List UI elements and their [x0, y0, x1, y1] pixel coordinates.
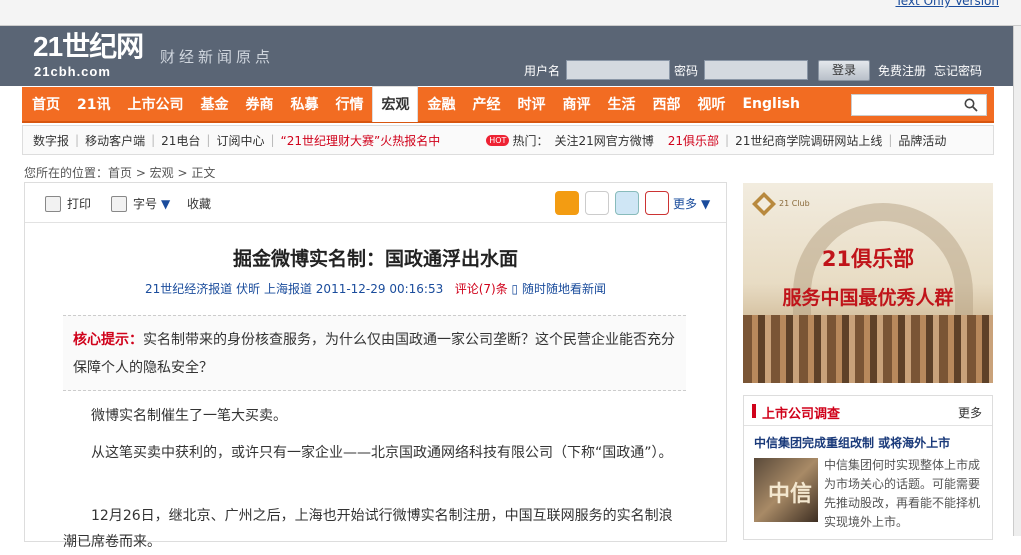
article-author: 伏昕 — [236, 282, 261, 296]
login-button[interactable]: 登录 — [818, 59, 871, 81]
club-logo-icon — [752, 192, 776, 216]
site-logo[interactable]: 21世纪网 — [33, 33, 144, 61]
favorite-button[interactable]: 收藏 — [187, 195, 211, 212]
search-icon[interactable] — [964, 98, 978, 112]
site-slogan: 财经新闻原点 — [160, 48, 275, 66]
article-meta: 21世纪经济报道 伏昕 上海报道 2011-12-29 00:16:53 评论(… — [25, 280, 726, 297]
nav-item-commentary[interactable]: 时评 — [517, 94, 545, 114]
panel-headline-link[interactable]: 中信集团完成重组改制 或将海外上市 — [754, 434, 950, 451]
share-p-icon[interactable] — [615, 191, 639, 215]
comments-link[interactable]: 评论(7)条 — [455, 282, 508, 296]
main-nav: 首页 21讯 上市公司 基金 券商 私募 行情 宏观 金融 产经 时评 商评 生… — [22, 86, 994, 123]
weibo-icon[interactable] — [585, 191, 609, 215]
hot-label: 热门： — [512, 133, 549, 148]
chevron-down-icon: ▼ — [161, 196, 171, 211]
site-logo-url: 21cbh.com — [34, 64, 111, 79]
page-scrollbar[interactable] — [1013, 26, 1021, 536]
article-toolbar: 打印 字号 ▼ 收藏 更多 ▼ — [25, 183, 726, 223]
nav-item-video[interactable]: 视听 — [697, 94, 725, 114]
password-label: 密码 — [674, 63, 699, 78]
summary-label: 核心提示： — [73, 332, 143, 348]
article-title: 掘金微博实名制：国政通浮出水面 — [232, 248, 518, 270]
panel-thumbnail[interactable]: 中信 — [754, 458, 818, 522]
nav-item-listed-companies[interactable]: 上市公司 — [127, 94, 183, 114]
hot-badge: HOT — [486, 134, 510, 146]
print-button[interactable]: 打印 — [45, 195, 91, 212]
mobile-news-link[interactable]: 随时随地看新闻 — [522, 282, 606, 296]
subnav-digital-paper[interactable]: 数字报 — [33, 132, 69, 149]
login-form: 用户名 密码 登录 免费注册 忘记密码 — [524, 59, 982, 81]
article-paragraph: 12月26日，继北京、广州之后，上海也开始试行微博实名制注册，中国互联网服务的实… — [63, 508, 673, 550]
nav-item-business-review[interactable]: 商评 — [562, 94, 590, 114]
nav-item-macro[interactable]: 宏观 — [372, 86, 419, 122]
ad-tagline: 服务中国最优秀人群 — [782, 287, 954, 309]
article-container: 打印 字号 ▼ 收藏 更多 ▼ 掘金微博实名制：国政通浮出水面 21世纪经济报道 伏… — [24, 182, 727, 550]
hot-business-school-link[interactable]: 21世纪商学院调研网站上线 — [735, 132, 882, 149]
search-input[interactable] — [851, 94, 987, 116]
subnav-subscription[interactable]: 订阅中心 — [216, 132, 264, 149]
share-red-icon[interactable] — [645, 191, 669, 215]
top-strip: Text Only Version — [0, 0, 1021, 26]
panel-more-link[interactable]: 更多 — [958, 404, 982, 421]
article-paragraph: 从这笔买卖中获利的，或许只有一家企业——北京国政通网络科技有限公司（下称“国政通… — [91, 445, 673, 461]
font-icon — [111, 195, 127, 212]
ad-club-tag: 21 Club — [779, 199, 810, 208]
site-header: 21世纪网 21cbh.com 财经新闻原点 用户名 密码 登录 免费注册 忘记… — [0, 26, 1021, 86]
club-advertisement[interactable]: 21 Club 21俱乐部 服务中国最优秀人群 — [743, 183, 993, 383]
nav-item-finance[interactable]: 金融 — [427, 94, 455, 114]
chevron-down-icon: ▼ — [701, 196, 711, 211]
sub-nav: 数字报 | 移动客户端 | 21电台 | 订阅中心 | “21世纪理财大赛”火热报名中 … — [22, 125, 994, 155]
panel-marker — [752, 404, 756, 418]
ad-headline: 21俱乐部 — [821, 247, 915, 271]
subnav-mobile-client[interactable]: 移动客户端 — [85, 132, 145, 149]
article-location: 上海报道 — [263, 282, 312, 296]
username-label: 用户名 — [524, 63, 561, 78]
thumbnail-text: 中信 — [768, 482, 813, 507]
brand-activities-link[interactable]: 品牌活动 — [898, 132, 946, 149]
nav-item-funds[interactable]: 基金 — [200, 94, 228, 114]
hot-club-link[interactable]: 21俱乐部 — [668, 132, 719, 149]
nav-item-west[interactable]: 西部 — [652, 94, 680, 114]
register-link[interactable]: 免费注册 — [878, 62, 926, 79]
panel-header: 上市公司调查 更多 — [744, 396, 992, 426]
nav-item-private-equity[interactable]: 私募 — [290, 94, 318, 114]
rss-icon[interactable] — [555, 191, 579, 215]
article-paragraph: 微博实名制催生了一笔大买卖。 — [91, 408, 287, 424]
article-datetime: 2011-12-29 00:16:53 — [315, 282, 444, 296]
listed-company-survey-panel: 上市公司调查 更多 中信集团完成重组改制 或将海外上市 中信 中信集团何时实现整… — [743, 395, 993, 540]
nav-item-market[interactable]: 行情 — [335, 94, 363, 114]
panel-summary: 中信集团何时实现整体上市成为市场关心的话题。可能需要先推动股改，再看能不能择机实… — [824, 458, 981, 529]
password-input[interactable] — [704, 60, 809, 80]
mobile-icon: ▯ — [511, 282, 519, 296]
font-size-button[interactable]: 字号 ▼ — [111, 195, 170, 212]
hot-weibo-link[interactable]: 关注21网官方微博 — [554, 132, 653, 149]
printer-icon — [45, 195, 61, 212]
subnav-radio[interactable]: 21电台 — [161, 132, 200, 149]
username-input[interactable] — [566, 60, 671, 80]
forgot-password-link[interactable]: 忘记密码 — [934, 62, 982, 79]
panel-title[interactable]: 上市公司调查 — [762, 403, 840, 422]
article-source[interactable]: 21世纪经济报道 — [145, 282, 232, 296]
article-summary: 核心提示：实名制带来的身份核查服务，为什么仅由国政通一家公司垄断？这个民营企业能… — [63, 315, 686, 391]
nav-item-brokers[interactable]: 券商 — [245, 94, 273, 114]
nav-item-english[interactable]: English — [742, 96, 799, 112]
nav-item-home[interactable]: 首页 — [32, 94, 60, 114]
text-only-link[interactable]: Text Only Version — [895, 0, 999, 8]
nav-item-life[interactable]: 生活 — [607, 94, 635, 114]
subnav-promo-link[interactable]: “21世纪理财大赛”火热报名中 — [281, 132, 441, 149]
breadcrumb: 您所在的位置：首页 > 宏观 > 正文 — [24, 166, 216, 180]
ad-painting-image — [743, 315, 993, 383]
summary-text: 实名制带来的身份核查服务，为什么仅由国政通一家公司垄断？这个民营企业能否充分保障… — [73, 332, 675, 376]
nav-item-21xun[interactable]: 21讯 — [77, 94, 110, 114]
nav-item-industry[interactable]: 产经 — [472, 94, 500, 114]
more-share-button[interactable]: 更多 ▼ — [673, 195, 710, 212]
